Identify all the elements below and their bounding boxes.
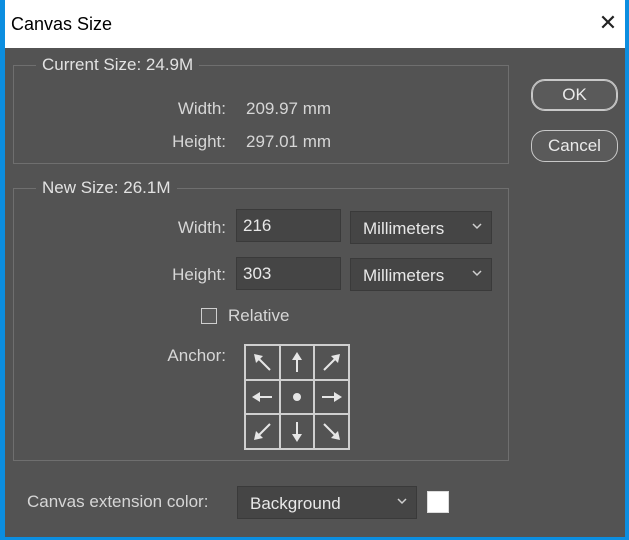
anchor-bottom[interactable] <box>279 414 315 449</box>
cancel-button[interactable]: Cancel <box>531 130 618 162</box>
chevron-down-icon <box>397 498 407 505</box>
anchor-top[interactable] <box>279 345 315 380</box>
anchor-center-dot-icon <box>292 392 301 401</box>
current-width-value: 209.97 mm <box>246 99 332 118</box>
current-size-title: Current Size: 24.9M <box>36 55 200 75</box>
current-height-value: 297.01 mm <box>246 132 332 151</box>
new-height-label: Height: <box>172 265 226 284</box>
width-input[interactable] <box>236 209 341 242</box>
title-bar: Canvas Size ✕ <box>5 0 625 48</box>
extension-color-value: Background <box>250 494 341 513</box>
dialog-body: Current Size: 24.9M Width: 209.97 mm Hei… <box>5 48 625 537</box>
width-unit-select[interactable]: Millimeters <box>350 211 492 244</box>
chevron-down-icon <box>472 223 482 230</box>
arrow-right-icon <box>321 391 342 402</box>
arrow-down-left-icon <box>254 422 272 440</box>
cancel-button-label: Cancel <box>548 136 601 155</box>
arrow-up-icon <box>291 352 302 373</box>
arrow-up-right-icon <box>322 354 340 372</box>
chevron-down-icon <box>472 270 482 277</box>
arrow-down-icon <box>291 421 302 442</box>
current-width-label: Width: <box>177 99 226 118</box>
extension-color-select[interactable]: Background <box>237 486 417 519</box>
current-size-group: Current Size: 24.9M Width: 209.97 mm Hei… <box>13 55 509 164</box>
anchor-top-left[interactable] <box>245 345 280 380</box>
anchor-top-right[interactable] <box>314 345 349 380</box>
arrow-down-right-icon <box>322 422 340 440</box>
new-size-group: New Size: 26.1M Width: Millimeters Heigh… <box>13 178 509 461</box>
anchor-center[interactable] <box>279 379 315 415</box>
relative-label: Relative <box>228 306 290 325</box>
arrow-up-left-icon <box>254 354 272 372</box>
anchor-bottom-left[interactable] <box>245 414 280 449</box>
anchor-right[interactable] <box>314 379 349 415</box>
canvas-size-dialog: Canvas Size ✕ Current Size: 24.9M Width:… <box>0 0 629 540</box>
ok-button[interactable]: OK <box>531 79 618 111</box>
height-unit-value: Millimeters <box>363 266 445 285</box>
extension-color-swatch[interactable] <box>427 491 449 513</box>
relative-checkbox[interactable] <box>201 308 217 324</box>
close-icon[interactable]: ✕ <box>595 10 621 36</box>
anchor-bottom-right[interactable] <box>314 414 349 449</box>
current-height-label: Height: <box>172 132 226 151</box>
extension-color-label: Canvas extension color: <box>27 492 209 511</box>
ok-button-label: OK <box>562 85 587 104</box>
anchor-grid[interactable] <box>244 344 350 450</box>
new-width-label: Width: <box>177 218 226 237</box>
new-size-title: New Size: 26.1M <box>36 178 177 198</box>
dialog-title: Canvas Size <box>11 14 113 34</box>
height-input[interactable] <box>236 257 341 290</box>
arrow-left-icon <box>252 391 273 402</box>
anchor-left[interactable] <box>245 379 280 415</box>
width-unit-value: Millimeters <box>363 219 445 238</box>
height-unit-select[interactable]: Millimeters <box>350 258 492 291</box>
anchor-label: Anchor: <box>167 346 226 365</box>
